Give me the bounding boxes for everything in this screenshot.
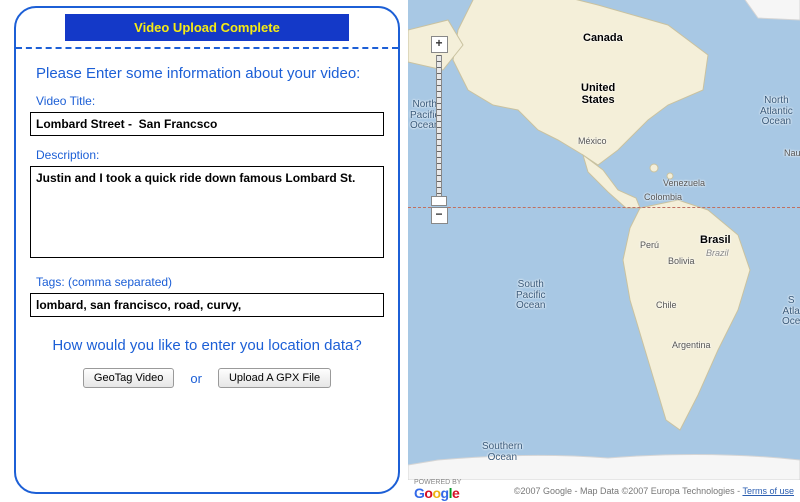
upload-complete-banner: Video Upload Complete (65, 14, 348, 41)
label-south-atlantic: SAtlaOce (782, 296, 800, 328)
description-textarea[interactable]: Justin and I took a quick ride down famo… (30, 166, 384, 258)
label-brasil: Brasil (700, 234, 731, 246)
label-colombia: Colombia (644, 192, 682, 202)
map-panel[interactable]: Canada UnitedStates México Venezuela Col… (408, 0, 800, 502)
or-text: or (190, 371, 202, 386)
google-brand: POWERED BY Google (414, 481, 461, 502)
label-chile: Chile (656, 300, 677, 310)
label-bolivia: Bolivia (668, 256, 695, 266)
location-heading: How would you like to enter you location… (30, 337, 384, 354)
left-panel: Video Upload Complete Please Enter some … (0, 0, 408, 502)
upload-gpx-button[interactable]: Upload A GPX File (218, 368, 331, 388)
label-mexico: México (578, 136, 607, 146)
label-canada: Canada (583, 32, 623, 44)
label-naur: Nau (784, 148, 800, 158)
map-svg (408, 0, 800, 480)
equator-line (408, 207, 800, 208)
form-heading: Please Enter some information about your… (36, 65, 384, 82)
zoom-out-button[interactable]: − (431, 207, 448, 224)
zoom-track[interactable] (436, 55, 442, 205)
tags-label: Tags: (comma separated) (36, 275, 384, 289)
label-southern-ocean: SouthernOcean (482, 442, 523, 463)
button-row: GeoTag Video or Upload A GPX File (30, 368, 384, 388)
video-title-label: Video Title: (36, 94, 384, 108)
label-south-pacific: SouthPacificOcean (516, 280, 545, 312)
terms-link[interactable]: Terms of use (742, 486, 794, 496)
map-footer: POWERED BY Google ©2007 Google - Map Dat… (408, 480, 800, 502)
label-peru: Perú (640, 240, 659, 250)
zoom-thumb[interactable] (431, 196, 447, 206)
description-label: Description: (36, 148, 384, 162)
divider-dashed (16, 47, 398, 49)
geotag-video-button[interactable]: GeoTag Video (83, 368, 175, 388)
label-venezuela: Venezuela (663, 178, 705, 188)
tags-input[interactable] (30, 293, 384, 317)
zoom-control: + − (430, 36, 448, 224)
video-title-input[interactable] (30, 112, 384, 136)
form-card: Video Upload Complete Please Enter some … (14, 6, 400, 494)
label-north-atlantic: NorthAtlanticOcean (760, 96, 793, 128)
label-brazil-alt: Brazil (706, 248, 729, 258)
zoom-in-button[interactable]: + (431, 36, 448, 53)
label-united-states: UnitedStates (581, 82, 615, 106)
map-copyright: ©2007 Google - Map Data ©2007 Europa Tec… (514, 486, 794, 496)
label-argentina: Argentina (672, 340, 711, 350)
